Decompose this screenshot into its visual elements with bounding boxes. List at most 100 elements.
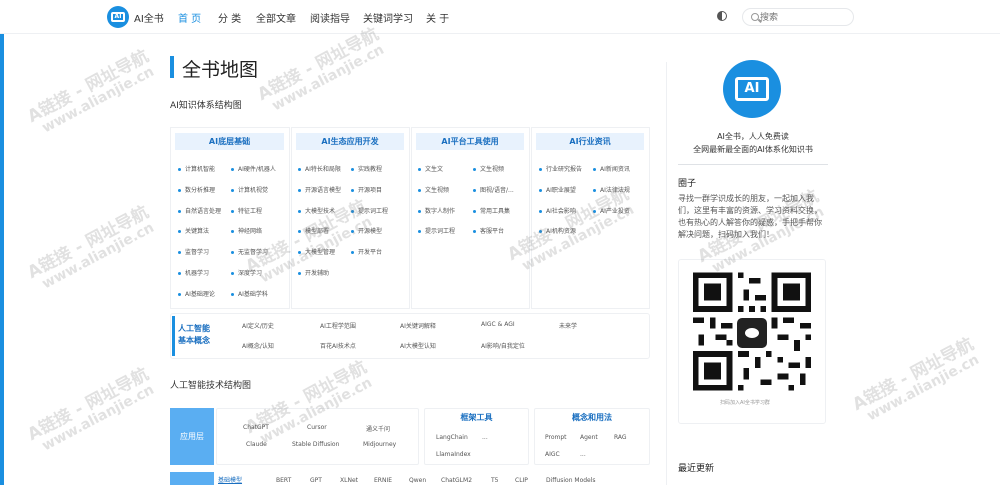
kmap-column-eco <box>291 127 410 309</box>
nav-all-articles[interactable]: 全部文章 <box>256 10 296 25</box>
tool-item[interactable]: LangChain <box>436 434 468 441</box>
kmap-item[interactable]: AI硬件/机器人 <box>231 164 276 173</box>
kmap-item[interactable]: AI法律法规 <box>593 185 630 194</box>
kmap-item[interactable]: 常用工具集 <box>473 206 510 215</box>
kmap-item[interactable]: AI社会影响 <box>539 206 576 215</box>
theme-toggle-icon[interactable] <box>717 11 727 21</box>
tools-header[interactable]: 框架工具 <box>424 412 529 423</box>
kmap-item[interactable]: 文生文 <box>418 164 443 173</box>
kmap-item[interactable]: 图视/语音/... <box>473 185 514 194</box>
kmap-item[interactable]: 开源项目 <box>351 185 382 194</box>
kmap-item[interactable]: 机器学习 <box>178 268 209 277</box>
kmap-item[interactable]: 计算机视觉 <box>231 185 268 194</box>
kmap-item[interactable]: 提示词工程 <box>351 206 388 215</box>
tool-item[interactable]: LlamaIndex <box>436 451 471 458</box>
kmap-item[interactable]: 监督学习 <box>178 247 209 256</box>
app-item[interactable]: Stable Diffusion <box>292 441 339 448</box>
model-item[interactable]: XLNet <box>340 477 358 484</box>
nav-keyword-learning[interactable]: 关键词学习 <box>363 10 413 25</box>
model-item[interactable]: CLIP <box>515 477 528 484</box>
concepts-usage-header[interactable]: 概念和用法 <box>534 412 650 423</box>
concept-item[interactable]: AI关键词解释 <box>400 321 436 330</box>
kmap-header-industry[interactable]: AI行业资讯 <box>536 133 644 150</box>
concept-item[interactable]: 未来学 <box>559 321 577 330</box>
concept-box <box>170 313 650 359</box>
model-item[interactable]: Diffusion Models <box>546 477 596 484</box>
sidebar-logo: AI <box>723 60 781 118</box>
concept-item[interactable]: AI概念/认知 <box>242 341 274 350</box>
kmap-header-eco[interactable]: AI生态应用开发 <box>296 133 404 150</box>
app-item[interactable]: Midjourney <box>363 441 396 448</box>
kmap-item[interactable]: 神经网络 <box>231 226 262 235</box>
kmap-item[interactable]: 行业研究报告 <box>539 164 582 173</box>
search-input[interactable] <box>760 11 850 24</box>
kmap-item[interactable]: 提示词工程 <box>418 226 455 235</box>
kmap-item[interactable]: 数分析推理 <box>178 185 215 194</box>
nav-reading-guide[interactable]: 阅读指导 <box>310 10 350 25</box>
nav-categories[interactable]: 分 类 <box>218 10 241 25</box>
model-item[interactable]: T5 <box>491 477 498 484</box>
model-item[interactable]: ERNIE <box>374 477 392 484</box>
concept-usage-item[interactable]: RAG <box>614 434 627 441</box>
kmap-item[interactable]: 计算机智能 <box>178 164 215 173</box>
kmap-item[interactable]: 关键算法 <box>178 226 209 235</box>
app-item[interactable]: Claude <box>246 441 267 448</box>
kmap-item[interactable]: 特征工程 <box>231 206 262 215</box>
kmap-header-base[interactable]: AI底层基础 <box>175 133 284 150</box>
concept-item[interactable]: 百花AI技术点 <box>320 341 356 350</box>
nav-home[interactable]: 首 页 <box>178 10 201 25</box>
nav-about[interactable]: 关 于 <box>426 10 449 25</box>
kmap-item[interactable]: AI产业投资 <box>593 206 630 215</box>
kmap-item[interactable]: 大模型管理 <box>298 247 335 256</box>
kmap-item[interactable]: 开发平台 <box>351 247 382 256</box>
kmap-item[interactable]: 文生视频 <box>418 185 449 194</box>
base-model-tab[interactable]: 基础模型 <box>218 475 242 484</box>
kmap-item[interactable]: AI基础理论 <box>178 289 215 298</box>
wechat-icon <box>737 318 767 348</box>
kmap-item[interactable]: 开源模型 <box>351 226 382 235</box>
kmap-item[interactable]: AI新闻资讯 <box>593 164 630 173</box>
book-icon: AI <box>111 12 125 22</box>
model-item[interactable]: BERT <box>276 477 291 484</box>
kmap-item[interactable]: 客服平台 <box>473 226 504 235</box>
model-item[interactable]: GPT <box>310 477 322 484</box>
kmap-item[interactable]: 开发辅助 <box>298 268 329 277</box>
model-item[interactable]: ChatGLM2 <box>441 477 472 484</box>
app-item[interactable]: Cursor <box>307 424 327 431</box>
concept-item[interactable]: AI定义/历史 <box>242 321 274 330</box>
concept-item[interactable]: AIGC & AGI <box>481 321 515 328</box>
search-box[interactable] <box>742 8 854 26</box>
book-icon: AI <box>735 77 769 101</box>
concept-usage-item[interactable]: ... <box>580 451 586 458</box>
kmap-item[interactable]: 数字人制作 <box>418 206 455 215</box>
base-layer-label[interactable] <box>170 472 214 485</box>
circle-title: 圈子 <box>678 179 697 189</box>
tool-item[interactable]: ... <box>482 434 488 441</box>
concept-usage-item[interactable]: Prompt <box>545 434 567 441</box>
app-layer-label[interactable]: 应用层 <box>170 408 214 465</box>
concept-item[interactable]: AI影响/自我定位 <box>481 341 525 350</box>
kmap-item[interactable]: 文生视频 <box>473 164 504 173</box>
kmap-item[interactable]: 自然语言处理 <box>178 206 221 215</box>
kmap-item[interactable]: 实践教程 <box>351 164 382 173</box>
concept-label[interactable]: 人工智能基本概念 <box>172 316 212 356</box>
app-item[interactable]: 通义千问 <box>366 424 390 433</box>
concept-usage-item[interactable]: Agent <box>580 434 598 441</box>
brand-name[interactable]: AI全书 <box>134 10 164 25</box>
kmap-item[interactable]: AI特长和局限 <box>298 164 341 173</box>
concept-usage-item[interactable]: AIGC <box>545 451 560 458</box>
app-item[interactable]: ChatGPT <box>243 424 269 431</box>
kmap-item[interactable]: 大模型技术 <box>298 206 335 215</box>
kmap-item[interactable]: AI机构资源 <box>539 226 576 235</box>
kmap-item[interactable]: 模型部署 <box>298 226 329 235</box>
kmap-item[interactable]: 深度学习 <box>231 268 262 277</box>
kmap-item[interactable]: 无监督学习 <box>231 247 268 256</box>
site-logo[interactable]: AI <box>107 6 129 28</box>
kmap-header-platform[interactable]: AI平台工具使用 <box>416 133 524 150</box>
model-item[interactable]: Qwen <box>409 477 426 484</box>
concept-item[interactable]: AI工程学范围 <box>320 321 356 330</box>
concept-item[interactable]: AI大模型认知 <box>400 341 436 350</box>
kmap-item[interactable]: 开源语言模型 <box>298 185 341 194</box>
kmap-item[interactable]: AI基础学科 <box>231 289 268 298</box>
kmap-item[interactable]: AI职业展望 <box>539 185 576 194</box>
